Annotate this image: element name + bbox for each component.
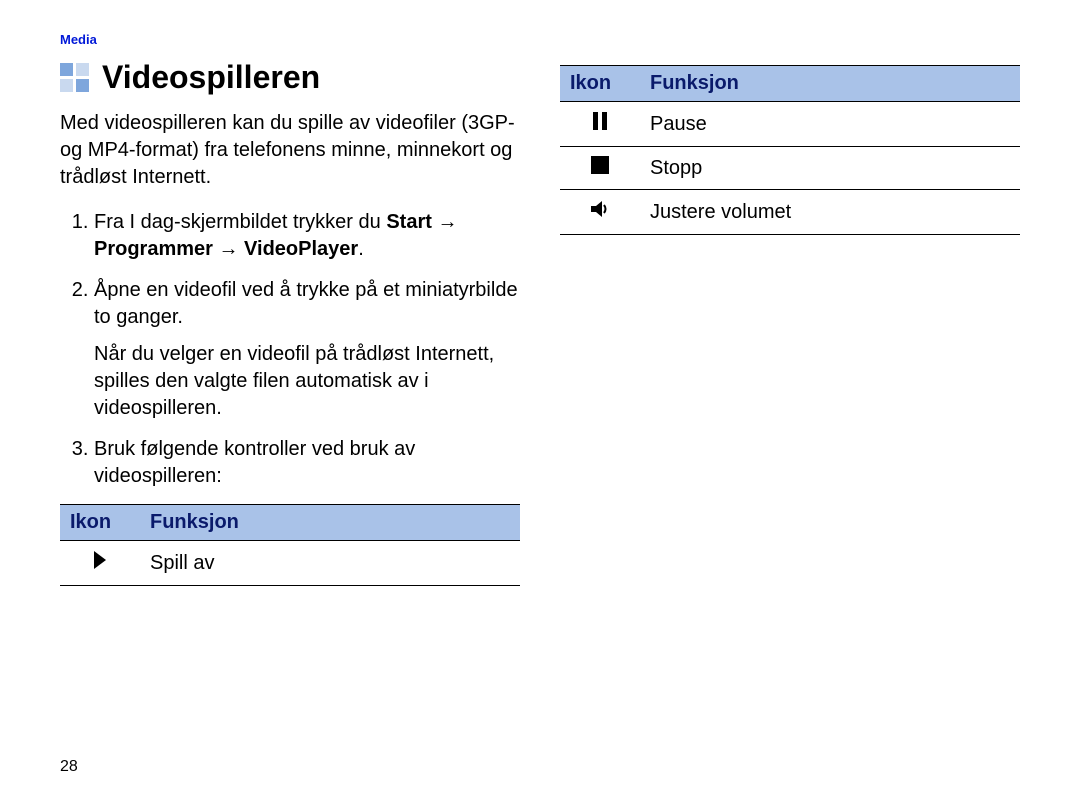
- func-cell: Pause: [640, 102, 1020, 147]
- left-column: Videospilleren Med videospilleren kan du…: [60, 59, 520, 586]
- th-icon-left: Ikon: [60, 505, 140, 541]
- right-column: Ikon Funksjon: [560, 59, 1020, 586]
- controls-table-left: Ikon Funksjon Spill av: [60, 504, 520, 586]
- step-2: Åpne en videofil ved å trykke på et mini…: [94, 277, 520, 422]
- th-func-right: Funksjon: [640, 66, 1020, 102]
- table-row: Spill av: [60, 541, 520, 586]
- step-2-text: Åpne en videofil ved å trykke på et mini…: [94, 279, 518, 328]
- content-columns: Videospilleren Med videospilleren kan du…: [60, 59, 1020, 586]
- page-number: 28: [60, 758, 78, 776]
- func-cell: Stopp: [640, 147, 1020, 190]
- grid-icon: [60, 63, 90, 93]
- volume-icon: [589, 198, 611, 226]
- pause-icon: [591, 110, 609, 138]
- table-row: Justere volumet: [560, 190, 1020, 235]
- step-3: Bruk følgende kontroller ved bruk av vid…: [94, 436, 520, 490]
- step-1-post: .: [358, 238, 364, 260]
- icon-cell: [560, 147, 640, 190]
- step-1-pre: Fra I dag-skjermbildet trykker du: [94, 211, 386, 233]
- page-title-text: Videospilleren: [102, 59, 320, 96]
- step-2-note: Når du velger en videofil på trådløst In…: [94, 341, 520, 422]
- step-1: Fra I dag-skjermbildet trykker du Start …: [94, 209, 520, 263]
- controls-table-right: Ikon Funksjon: [560, 65, 1020, 235]
- play-icon: [91, 549, 109, 577]
- th-icon-right: Ikon: [560, 66, 640, 102]
- icon-cell: [60, 541, 140, 586]
- table-row: Pause: [560, 102, 1020, 147]
- page-title: Videospilleren: [60, 59, 520, 96]
- icon-cell: [560, 102, 640, 147]
- func-cell: Spill av: [140, 541, 520, 586]
- th-func-left: Funksjon: [140, 505, 520, 541]
- document-page: Media Videospilleren Med videospilleren …: [0, 0, 1080, 802]
- step-3-text: Bruk følgende kontroller ved bruk av vid…: [94, 438, 415, 487]
- table-row: Stopp: [560, 147, 1020, 190]
- func-cell: Justere volumet: [640, 190, 1020, 235]
- intro-paragraph: Med videospilleren kan du spille av vide…: [60, 110, 520, 191]
- breadcrumb: Media: [60, 32, 1020, 47]
- stop-icon: [590, 155, 610, 181]
- icon-cell: [560, 190, 640, 235]
- steps-list: Fra I dag-skjermbildet trykker du Start …: [60, 209, 520, 490]
